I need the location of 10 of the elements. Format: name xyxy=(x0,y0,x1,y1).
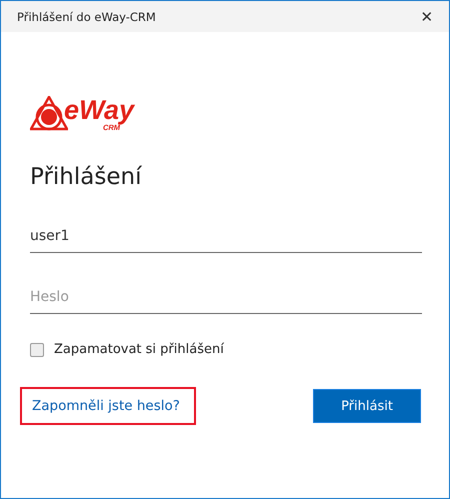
username-field[interactable]: user1 xyxy=(30,220,422,253)
forgot-password-link[interactable]: Zapomněli jste heslo? xyxy=(20,387,196,425)
close-button[interactable]: ✕ xyxy=(405,1,449,32)
password-field[interactable]: Heslo xyxy=(30,281,422,314)
login-button[interactable]: Přihlásit xyxy=(313,389,421,423)
remember-checkbox[interactable] xyxy=(30,342,44,356)
remember-label: Zapamatovat si přihlášení xyxy=(54,342,224,357)
window-title: Přihlášení do eWay-CRM xyxy=(17,10,156,24)
logo-text: eWay xyxy=(64,97,134,123)
page-heading: Přihlášení xyxy=(30,163,143,192)
